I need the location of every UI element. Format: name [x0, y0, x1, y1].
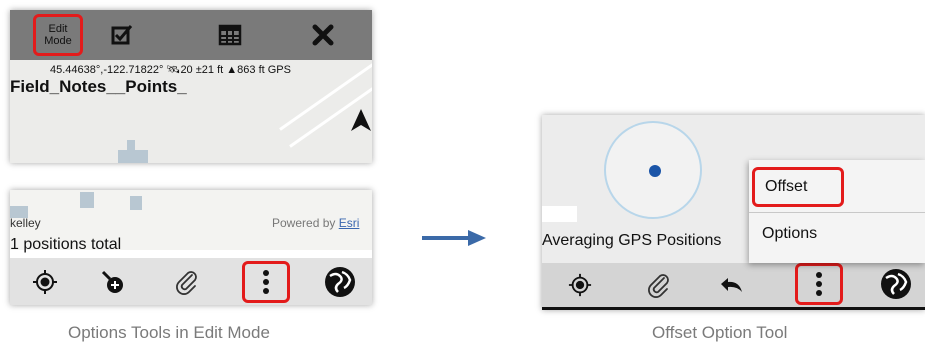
coordinates-text: 45.44638°,-122.71822° — [50, 64, 164, 76]
edit-mode-map-panel: Edit Mode 45.44638°,-122.71822° 🛰20 ±21 … — [10, 10, 372, 163]
map-building — [130, 196, 142, 210]
gps-location-dot — [649, 165, 661, 177]
map-building — [80, 192, 94, 208]
attribution: Powered by Esri — [272, 216, 359, 230]
gps-source-text: GPS — [267, 64, 291, 76]
edit-mode-label-line1: Edit — [48, 23, 68, 35]
esri-globe-icon[interactable] — [878, 266, 914, 302]
caption-right: Offset Option Tool — [652, 323, 788, 342]
gps-status-line: 45.44638°,-122.71822° 🛰20 ±21 ft ▲863 ft… — [50, 63, 291, 76]
elevation-icon: ▲ — [226, 64, 238, 76]
accuracy-text: ±21 ft — [195, 64, 224, 76]
more-vertical-icon — [263, 270, 269, 294]
north-arrow-icon[interactable] — [350, 108, 372, 137]
table-icon[interactable] — [215, 16, 245, 54]
bottom-toolbar — [542, 263, 925, 307]
attachment-icon[interactable] — [168, 264, 204, 300]
menu-divider — [749, 212, 925, 213]
user-name: kelley — [10, 216, 41, 230]
edit-mode-label-line2: Mode — [44, 35, 72, 47]
map-building — [127, 140, 135, 152]
caption-left: Options Tools in Edit Mode — [68, 323, 270, 342]
undo-icon[interactable] — [714, 267, 750, 303]
label-background — [542, 206, 577, 222]
gps-target-icon[interactable] — [27, 264, 63, 300]
offset-panel: Averaging GPS Positions Offset Options — [542, 115, 925, 310]
esri-link[interactable]: Esri — [339, 216, 360, 230]
satellite-icon: 🛰 — [166, 64, 181, 76]
menu-item-offset[interactable]: Offset — [752, 167, 844, 207]
more-options-button[interactable] — [242, 261, 290, 303]
close-icon[interactable] — [308, 16, 338, 54]
powered-by-text: Powered by — [272, 216, 336, 230]
transition-arrow-icon — [422, 229, 486, 252]
more-vertical-icon — [816, 272, 822, 296]
elevation-text: 863 ft — [237, 64, 265, 76]
layer-title: Field_Notes__Points_ — [10, 77, 187, 96]
edit-mode-button[interactable]: Edit Mode — [33, 14, 83, 56]
overflow-menu: Offset Options — [749, 160, 925, 263]
edit-mode-bottom-panel: kelley Powered by Esri 1 positions total — [10, 190, 372, 305]
esri-globe-icon[interactable] — [322, 264, 358, 300]
gps-target-icon[interactable] — [562, 267, 598, 303]
averaging-label: Averaging GPS Positions — [542, 232, 722, 249]
menu-item-options[interactable]: Options — [762, 225, 817, 243]
positions-total: 1 positions total — [10, 236, 122, 253]
bottom-edge — [542, 307, 925, 310]
attachment-icon[interactable] — [640, 267, 676, 303]
more-options-button[interactable] — [795, 263, 843, 305]
satellite-count: 20 — [180, 64, 193, 76]
collect-icon[interactable] — [95, 264, 131, 300]
bottom-toolbar — [10, 258, 372, 305]
edit-toolbar: Edit Mode — [10, 10, 372, 60]
checkbox-icon[interactable] — [107, 16, 137, 54]
